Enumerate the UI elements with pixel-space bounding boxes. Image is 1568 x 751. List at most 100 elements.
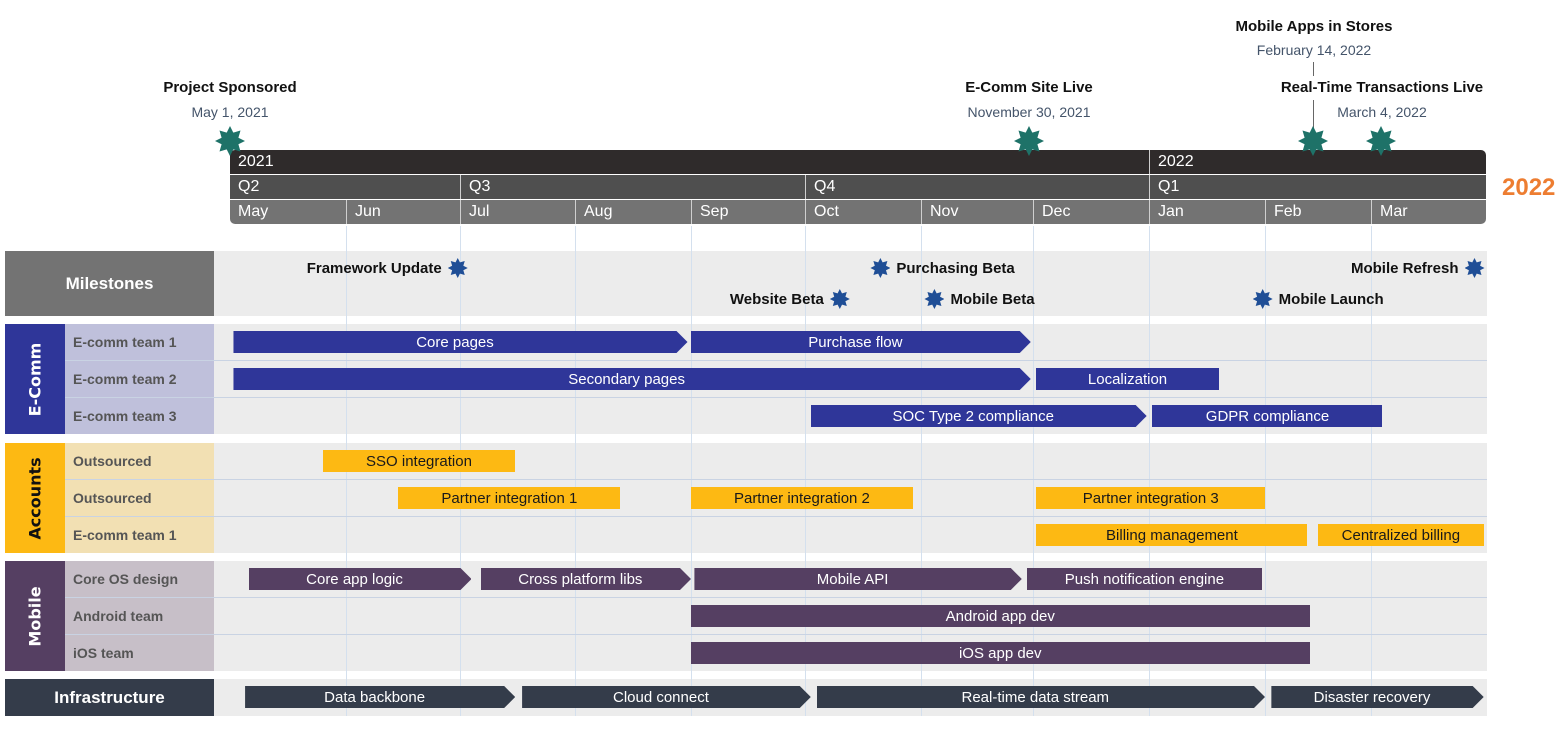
milestone[interactable]: Website Beta bbox=[730, 289, 850, 309]
milestone-label: Mobile Launch bbox=[1278, 290, 1384, 308]
milestone[interactable]: Mobile Beta bbox=[924, 289, 1035, 309]
team-label: Android team bbox=[73, 608, 164, 624]
month-gridline bbox=[575, 226, 576, 716]
task-bar[interactable]: SSO integration bbox=[322, 450, 516, 472]
group-label-text: E-Comm bbox=[25, 342, 45, 416]
team-label: E-comm team 1 bbox=[73, 334, 177, 350]
row-separator bbox=[65, 360, 1487, 361]
milestone-star-icon bbox=[1252, 289, 1273, 309]
task-bar[interactable]: Secondary pages bbox=[233, 368, 1030, 390]
task-bar[interactable]: Mobile API bbox=[694, 568, 1021, 590]
task-bar[interactable]: Push notification engine bbox=[1027, 568, 1262, 590]
milestone-label: Mobile Refresh bbox=[1350, 259, 1459, 277]
team-label: iOS team bbox=[73, 645, 134, 661]
year-cell: 2021 bbox=[238, 153, 274, 170]
month-cell: Sep bbox=[691, 200, 805, 224]
milestone-star-icon bbox=[870, 258, 891, 278]
task-bar[interactable]: Core pages bbox=[233, 331, 687, 353]
milestone-label: Website Beta bbox=[729, 290, 824, 308]
quarter-cell: Q2 bbox=[238, 178, 260, 195]
team-label: E-comm team 3 bbox=[73, 408, 177, 424]
milestone[interactable]: Framework Update bbox=[307, 258, 468, 278]
milestone-star-icon bbox=[1464, 258, 1485, 278]
gantt-chart: 2021 2022 Q2 Q3 Q4 Q1 May Jun Jul Aug Sep Oct Nov Dec… bbox=[0, 0, 1568, 751]
team-label: Outsourced bbox=[73, 490, 152, 506]
task-bar[interactable]: SOC Type 2 compliance bbox=[811, 405, 1147, 427]
key-milestone-date: November 30, 2021 bbox=[967, 104, 1091, 120]
key-milestone-star-icon[interactable] bbox=[1298, 126, 1328, 156]
task-bar[interactable]: Purchase flow bbox=[691, 331, 1031, 353]
month-cell: Aug bbox=[575, 200, 691, 224]
row-separator bbox=[65, 479, 1487, 480]
month-cell: Dec bbox=[1033, 200, 1149, 224]
milestone-label: Framework Update bbox=[306, 259, 442, 277]
key-milestone-star-icon[interactable] bbox=[1366, 126, 1396, 156]
milestone[interactable]: Mobile Launch bbox=[1252, 289, 1384, 309]
row-separator bbox=[65, 516, 1487, 517]
year-cell: 2022 bbox=[1149, 150, 1486, 174]
key-milestone-date: March 4, 2022 bbox=[1337, 104, 1427, 120]
milestone-label: Mobile Beta bbox=[950, 290, 1035, 308]
month-row: May Jun Jul Aug Sep Oct Nov Dec Jan Feb Mar bbox=[230, 200, 1486, 224]
month-cell: Mar bbox=[1371, 200, 1486, 224]
task-bar[interactable]: Partner integration 1 bbox=[398, 487, 621, 509]
key-milestone-date: May 1, 2021 bbox=[191, 104, 269, 120]
row-separator bbox=[65, 397, 1487, 398]
milestone-label: Purchasing Beta bbox=[896, 259, 1015, 277]
month-cell: Nov bbox=[921, 200, 1033, 224]
team-label: Core OS design bbox=[73, 571, 179, 587]
task-bar[interactable]: Centralized billing bbox=[1318, 524, 1484, 546]
row-separator bbox=[65, 634, 1487, 635]
milestone[interactable]: Purchasing Beta bbox=[870, 258, 1015, 278]
milestone[interactable]: Mobile Refresh bbox=[1351, 258, 1485, 278]
month-cell: Feb bbox=[1265, 200, 1371, 224]
month-cell: Jul bbox=[460, 200, 575, 224]
key-milestone-title: Project Sponsored bbox=[163, 79, 297, 96]
quarter-cell: Q1 bbox=[1149, 175, 1486, 199]
task-bar[interactable]: Android app dev bbox=[691, 605, 1310, 627]
key-milestone-star-icon[interactable] bbox=[1014, 126, 1044, 156]
key-milestone-date: February 14, 2022 bbox=[1256, 42, 1372, 58]
key-milestone-connector bbox=[1313, 62, 1314, 76]
task-bar[interactable]: Disaster recovery bbox=[1271, 686, 1483, 708]
year-badge: 2022 bbox=[1502, 174, 1556, 201]
team-label: E-comm team 1 bbox=[73, 527, 177, 543]
task-bar[interactable]: Partner integration 3 bbox=[1036, 487, 1265, 509]
group-label-text: Mobile bbox=[25, 585, 45, 647]
task-bar[interactable]: Localization bbox=[1036, 368, 1219, 390]
group-label-text: Accounts bbox=[25, 456, 45, 540]
task-bar[interactable]: Cross platform libs bbox=[481, 568, 691, 590]
milestone-star-icon bbox=[447, 258, 468, 278]
milestone-star-icon bbox=[924, 289, 945, 309]
task-bar[interactable]: Billing management bbox=[1036, 524, 1308, 546]
group-label: Mobile bbox=[5, 561, 65, 671]
year-row: 2021 2022 bbox=[230, 150, 1486, 174]
milestones-header: Milestones bbox=[5, 251, 214, 316]
row-separator bbox=[65, 597, 1487, 598]
task-bar[interactable]: Real-time data stream bbox=[817, 686, 1265, 708]
task-bar[interactable]: Partner integration 2 bbox=[691, 487, 913, 509]
month-cell: Jun bbox=[346, 200, 460, 224]
key-milestone-star-icon[interactable] bbox=[215, 126, 245, 156]
task-bar[interactable]: GDPR compliance bbox=[1152, 405, 1383, 427]
task-bar[interactable]: Cloud connect bbox=[522, 686, 811, 708]
quarter-cell: Q3 bbox=[460, 175, 805, 199]
team-label: E-comm team 2 bbox=[73, 371, 177, 387]
timescale-header: 2021 2022 Q2 Q3 Q4 Q1 May Jun Jul Aug Sep Oct Nov Dec… bbox=[230, 150, 1486, 224]
group-label-infrastructure: Infrastructure bbox=[5, 679, 214, 716]
task-bar[interactable]: iOS app dev bbox=[691, 642, 1310, 664]
month-cell: May bbox=[238, 203, 269, 220]
key-milestone-title: Mobile Apps in Stores bbox=[1235, 18, 1393, 35]
task-bar[interactable]: Data backbone bbox=[245, 686, 515, 708]
key-milestone-title: Real-Time Transactions Live bbox=[1280, 79, 1484, 96]
quarter-cell: Q4 bbox=[805, 175, 1149, 199]
quarter-row: Q2 Q3 Q4 Q1 bbox=[230, 175, 1486, 199]
group-label: E-Comm bbox=[5, 324, 65, 434]
group-label: Accounts bbox=[5, 443, 65, 553]
month-cell: Jan bbox=[1149, 200, 1265, 224]
milestone-star-icon bbox=[829, 289, 850, 309]
team-label: Outsourced bbox=[73, 453, 152, 469]
key-milestone-title: E-Comm Site Live bbox=[965, 79, 1093, 96]
task-bar[interactable]: Core app logic bbox=[249, 568, 472, 590]
month-cell: Oct bbox=[805, 200, 921, 224]
